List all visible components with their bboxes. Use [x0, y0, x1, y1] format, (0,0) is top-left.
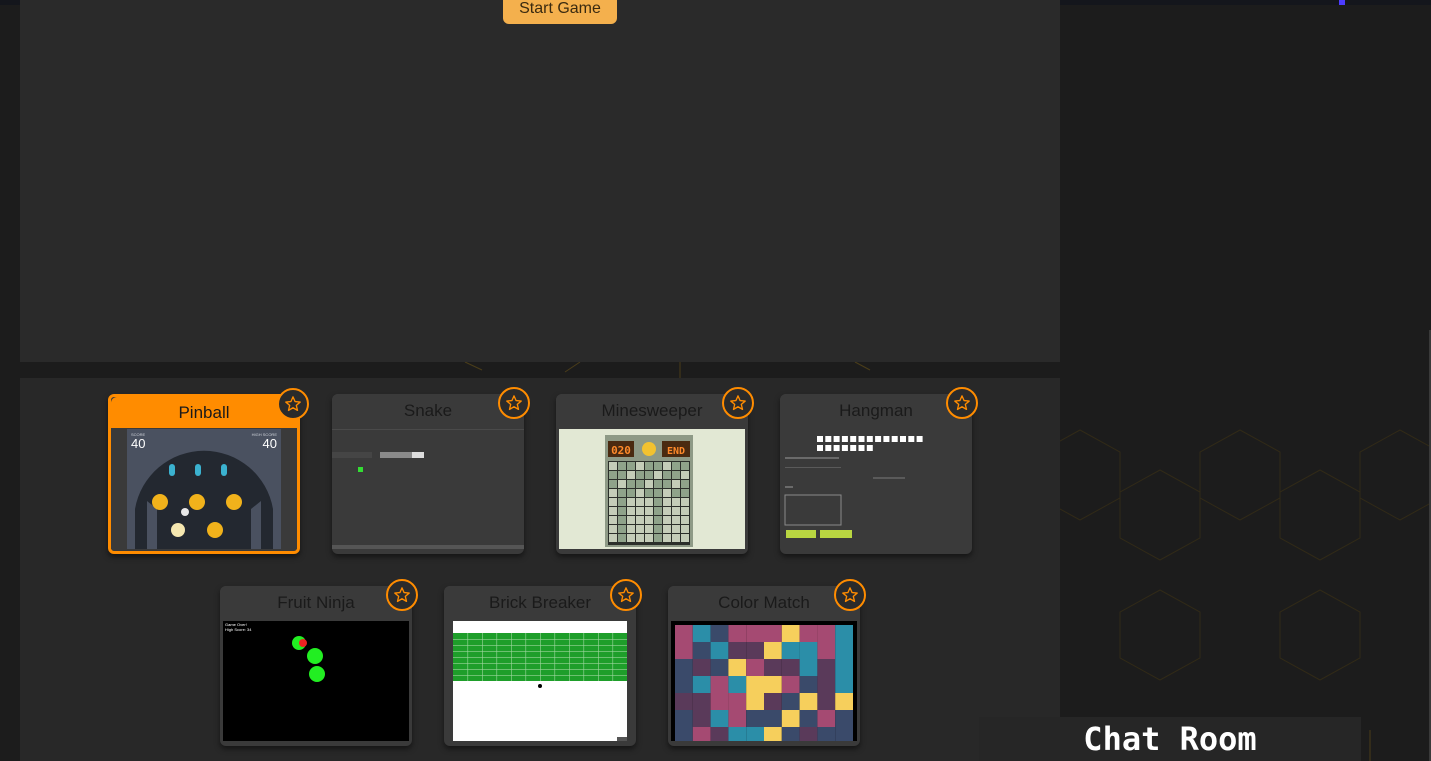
- favorite-star-icon[interactable]: [610, 579, 642, 611]
- top-bar-accent: [1339, 0, 1345, 5]
- game-title: Color Match: [668, 586, 860, 620]
- fruit-ninja-high-score: High Score: 34: [225, 627, 252, 632]
- pinball-highscore: 40: [263, 436, 277, 451]
- pinball-score: 40: [131, 436, 145, 451]
- favorite-star-icon[interactable]: [277, 388, 309, 420]
- fruit-ninja-thumbnail: Game Over! High Score: 34: [223, 621, 409, 741]
- start-game-button[interactable]: Start Game: [503, 0, 617, 24]
- chat-room-header[interactable]: Chat Room: [979, 717, 1361, 761]
- minesweeper-counter: 020: [611, 444, 631, 457]
- minesweeper-thumbnail: 020 END: [559, 429, 745, 549]
- game-card-pinball[interactable]: Pinball SCORE 40 HIGH SCORE 40: [108, 388, 309, 554]
- game-title: Brick Breaker: [444, 586, 636, 620]
- game-stage: Start Game: [20, 0, 1060, 362]
- favorite-star-icon[interactable]: [498, 387, 530, 419]
- game-library: Pinball SCORE 40 HIGH SCORE 40 Snake Min…: [20, 378, 1060, 761]
- game-card-color-match[interactable]: Color Match: [668, 579, 866, 746]
- brick-breaker-thumbnail: [447, 621, 633, 741]
- hangman-thumbnail: [783, 429, 969, 549]
- favorite-star-icon[interactable]: [946, 387, 978, 419]
- minesweeper-end-label: END: [667, 446, 685, 457]
- game-title: Minesweeper: [556, 394, 748, 428]
- game-card-snake[interactable]: Snake: [332, 387, 530, 554]
- game-title: Hangman: [780, 394, 972, 428]
- favorite-star-icon[interactable]: [386, 579, 418, 611]
- game-card-hangman[interactable]: Hangman: [780, 387, 978, 554]
- game-card-minesweeper[interactable]: Minesweeper 020 END: [556, 387, 754, 554]
- favorite-star-icon[interactable]: [834, 579, 866, 611]
- game-title: Snake: [332, 394, 524, 428]
- game-card-fruit-ninja[interactable]: Fruit Ninja Game Over! High Score: 34: [220, 579, 418, 746]
- game-title: Pinball: [111, 397, 297, 428]
- game-title: Fruit Ninja: [220, 586, 412, 620]
- game-card-brick-breaker[interactable]: Brick Breaker: [444, 579, 642, 746]
- pinball-thumbnail: SCORE 40 HIGH SCORE 40: [111, 429, 297, 549]
- favorite-star-icon[interactable]: [722, 387, 754, 419]
- snake-thumbnail: [332, 429, 524, 549]
- color-match-thumbnail: [671, 621, 857, 741]
